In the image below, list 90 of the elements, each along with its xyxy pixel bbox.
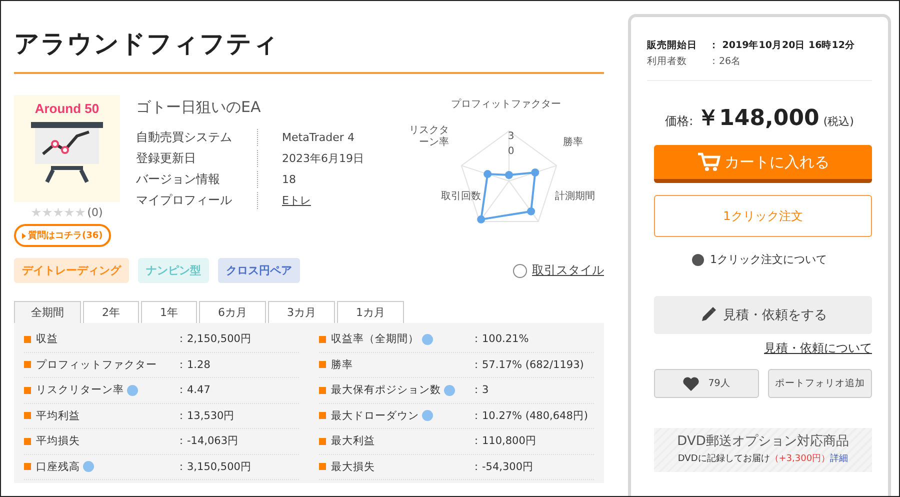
tick-label: 0	[508, 146, 514, 157]
radar-point	[531, 168, 539, 176]
bullet-icon	[319, 361, 326, 368]
one-click-info-link[interactable]: 1クリック注文について	[710, 252, 827, 267]
bullet-icon	[24, 463, 31, 470]
stat-value: ：3	[471, 383, 489, 398]
tax-note: (税込)	[823, 114, 854, 129]
bullet-icon	[24, 438, 31, 445]
stat-label: 収益率（全期間）	[331, 332, 419, 346]
period-tab[interactable]: 3カ月	[268, 301, 335, 323]
stat-label: 収益	[36, 332, 58, 346]
period-tab[interactable]: 1カ月	[337, 301, 404, 323]
dvd-title: DVD郵送オプション対応商品	[676, 433, 850, 450]
cart-icon	[696, 152, 720, 172]
meta-value: ： 2019年10月20日 16時12分	[709, 39, 856, 52]
dvd-price: （+3,300円）	[770, 454, 830, 465]
info-label: バージョン情報	[136, 171, 258, 188]
stat-value: ：3,150,500円	[176, 460, 252, 474]
tick-label: 3	[508, 131, 514, 142]
meta-value: ：26名	[709, 55, 742, 68]
stat-label: 最大損失	[331, 460, 375, 474]
radar-line	[480, 171, 536, 221]
info-value: 18	[282, 173, 296, 186]
stat-label: 口座残高	[36, 460, 80, 474]
stat-value: ：13,530円	[176, 408, 235, 423]
stat-value: ：110,800円	[471, 434, 536, 448]
page-title: アラウンドフィフティ	[14, 27, 604, 74]
meta-label: 販売開始日	[647, 39, 698, 52]
axis-label: 勝率	[562, 137, 583, 149]
dvd-details-link[interactable]: 詳細	[830, 452, 848, 465]
period-tab[interactable]: 1年	[141, 301, 197, 323]
period-tab[interactable]: 2年	[83, 301, 139, 323]
profile-link[interactable]: Eトレ	[282, 194, 311, 207]
stat-value: ：100.21%	[471, 332, 529, 346]
help-icon[interactable]	[692, 254, 704, 266]
axis-label: リスクターン率	[408, 125, 449, 149]
thumbnail-caption: Around 50	[34, 101, 100, 116]
stat-value: ：10.27% (480,648円)	[471, 408, 588, 423]
stat-label: 勝率	[331, 358, 353, 372]
axis-label: 取引回数	[440, 191, 481, 203]
bullet-icon	[24, 386, 31, 394]
bullet-icon	[24, 412, 31, 420]
stat-label: 平均損失	[36, 434, 80, 448]
pen-icon	[699, 306, 717, 324]
info-label: 自動売買システム	[136, 129, 258, 146]
period-tab[interactable]: 全期間	[14, 301, 81, 323]
radar-point	[483, 170, 492, 178]
stat-label: リスクリターン率	[36, 383, 124, 398]
radar-point	[504, 171, 513, 179]
quote-info-link[interactable]: 見積・依頼について	[764, 340, 872, 357]
meta-label: 利用者数	[647, 55, 688, 68]
price-value: ￥148,000	[697, 105, 820, 133]
bullet-icon	[24, 336, 31, 343]
quote-request-button[interactable]: 見積・依頼をする	[654, 296, 872, 334]
add-to-portfolio-button[interactable]: ポートフォリオ追加	[768, 369, 872, 398]
bullet-icon	[319, 412, 326, 420]
price-label: 価格:	[665, 113, 694, 130]
radar-point	[476, 215, 485, 224]
stat-value: ：-14,063円	[176, 434, 239, 448]
favorite-button[interactable]: 79人	[654, 369, 758, 398]
style-tag[interactable]: クロス円ペア	[218, 258, 300, 283]
help-icon[interactable]	[513, 264, 527, 278]
period-tab[interactable]: 6カ月	[199, 301, 266, 323]
bullet-icon	[319, 336, 326, 343]
axis-label: プロフィットファクター	[450, 99, 561, 111]
stat-label: 最大ドローダウン	[331, 408, 419, 423]
bullet-icon	[24, 361, 31, 368]
review-count: (0)	[87, 206, 103, 219]
bullet-icon	[319, 386, 326, 394]
stat-label: 平均利益	[36, 408, 80, 423]
bullet-icon	[319, 438, 326, 445]
stat-value: ：-54,300円	[471, 460, 534, 474]
stat-value: ：57.17% (682/1193)	[471, 358, 584, 372]
info-label: 登録更新日	[136, 150, 258, 167]
stat-label: 最大利益	[331, 434, 375, 448]
product-name: ゴトー日狙いのEA	[136, 98, 262, 117]
trade-style-link[interactable]: 取引スタイル	[532, 262, 604, 279]
bullet-icon	[319, 463, 326, 470]
stat-value: ：1.28	[176, 358, 210, 372]
info-value: 2023年6月19日	[282, 152, 364, 165]
stat-value: ：4.47	[176, 383, 210, 398]
info-value: MetaTrader 4	[282, 131, 354, 144]
axis-label: 計測期間	[554, 191, 595, 203]
stat-label: 最大保有ポジション数	[331, 383, 441, 398]
heart-icon	[682, 376, 700, 392]
stat-label: プロフィットファクター	[36, 358, 157, 372]
info-label: マイプロフィール	[136, 192, 258, 209]
dvd-description: DVDに記録してお届け	[678, 452, 770, 465]
stat-value: ：2,150,500円	[176, 332, 252, 346]
radar-point	[526, 207, 535, 216]
